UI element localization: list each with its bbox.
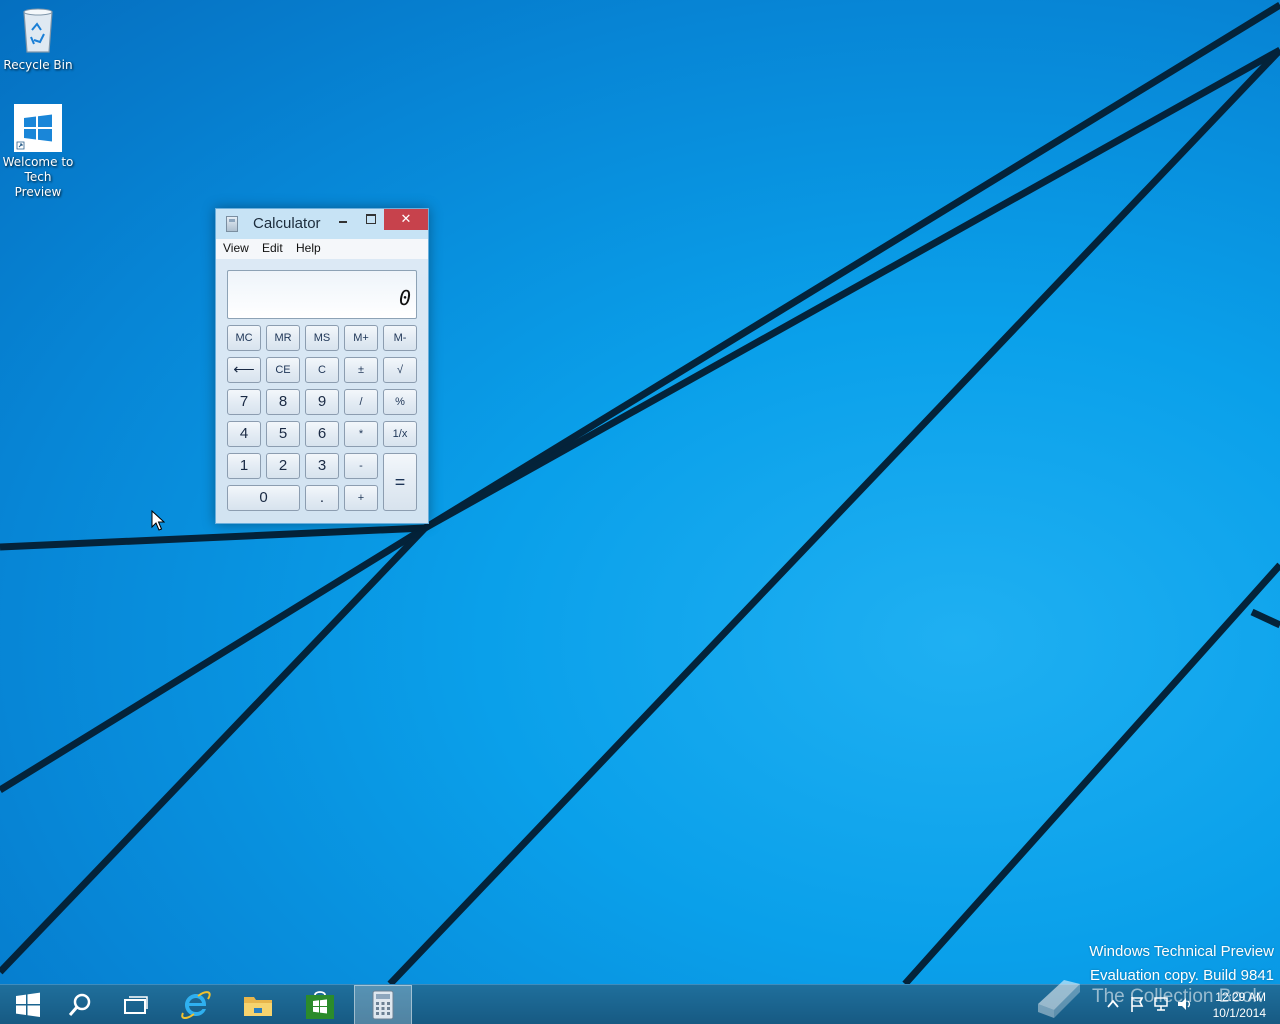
plus-minus-button[interactable]: ± [344,357,378,383]
ms-button[interactable]: MS [305,325,339,351]
store-icon [306,991,334,1019]
digit-6-button[interactable]: 6 [305,421,339,447]
windows-logo-icon [14,104,62,152]
digit-7-button[interactable]: 7 [227,389,261,415]
window-title: Calculator [253,215,321,232]
mr-button[interactable]: MR [266,325,300,351]
minimize-button[interactable] [330,209,356,230]
digit-5-button[interactable]: 5 [266,421,300,447]
digit-0-button[interactable]: 0 [227,485,300,511]
recycle-bin-icon [23,8,53,53]
internet-explorer-button[interactable] [168,985,224,1024]
digit-9-button[interactable]: 9 [305,389,339,415]
reciprocal-button[interactable]: 1/x [383,421,417,447]
digit-3-button[interactable]: 3 [305,453,339,479]
m-plus-button[interactable]: M+ [344,325,378,351]
digit-8-button[interactable]: 8 [266,389,300,415]
add-button[interactable]: + [344,485,378,511]
calculator-taskbar-button[interactable] [354,985,412,1024]
wallpaper [0,2,1280,984]
m-minus-button[interactable]: M- [383,325,417,351]
maximize-button[interactable] [357,209,383,230]
watermark-line1: Windows Technical Preview [1089,943,1274,960]
digit-4-button[interactable]: 4 [227,421,261,447]
menu-edit[interactable]: Edit [262,241,283,255]
welcome-label-line1: Welcome to [2,155,74,169]
task-view-icon [124,996,148,1014]
multiply-button[interactable]: * [344,421,378,447]
equals-button[interactable]: = [383,453,417,511]
percent-button[interactable]: % [383,389,417,415]
decimal-button[interactable]: . [305,485,339,511]
menu-help[interactable]: Help [296,241,321,255]
calculator-body: 0 MC MR MS M+ M- ⟵ CE C ± √ 7 8 9 / % 4 … [216,259,428,523]
display: 0 [227,270,417,319]
recycle-bin-shortcut[interactable]: Recycle Bin [0,6,76,73]
title-bar[interactable]: Calculator ✕ [216,209,428,239]
book-logo-icon [1038,980,1080,1018]
start-button[interactable] [0,985,56,1024]
file-explorer-icon [244,997,272,1016]
calculator-window: Calculator ✕ View Edit Help 0 MC MR MS M… [215,208,429,524]
backspace-button[interactable]: ⟵ [227,357,261,383]
desktop: Recycle Bin Welcome to Tech Preview Calc… [0,0,1280,984]
digit-1-button[interactable]: 1 [227,453,261,479]
close-button[interactable]: ✕ [384,209,428,230]
digit-2-button[interactable]: 2 [266,453,300,479]
mc-button[interactable]: MC [227,325,261,351]
search-icon [68,993,91,1016]
recycle-bin-label: Recycle Bin [3,58,73,72]
ce-button[interactable]: CE [266,357,300,383]
mouse-cursor-icon [151,510,165,531]
menu-view[interactable]: View [223,241,249,255]
menu-bar: View Edit Help [216,239,428,259]
sqrt-button[interactable]: √ [383,357,417,383]
clear-button[interactable]: C [305,357,339,383]
welcome-label-line2: Tech Preview [14,170,62,199]
task-view-button[interactable] [108,985,164,1024]
calculator-icon [372,990,394,1020]
welcome-shortcut[interactable]: Welcome to Tech Preview [0,104,76,200]
internet-explorer-icon [181,991,211,1019]
collection-book-text: The Collection Book [1092,986,1263,1007]
divide-button[interactable]: / [344,389,378,415]
subtract-button[interactable]: - [344,453,378,479]
display-value: 0 [398,286,411,310]
search-button[interactable] [52,985,108,1024]
start-icon [16,992,40,1017]
calculator-app-icon [226,216,238,232]
store-button[interactable] [292,985,348,1024]
file-explorer-button[interactable] [230,985,286,1024]
collection-book-watermark: The Collection Book [1030,972,1280,1024]
